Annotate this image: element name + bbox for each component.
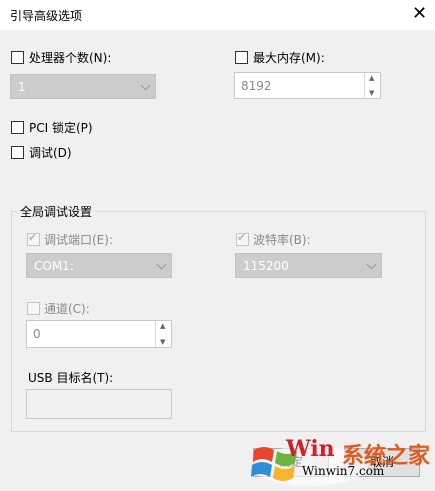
spin-buttons[interactable]: ▲ ▼ bbox=[364, 73, 380, 98]
spin-up-icon[interactable]: ▲ bbox=[369, 74, 374, 82]
dialog-title: 引导高级选项 bbox=[10, 9, 83, 23]
num-proc-checkbox[interactable] bbox=[11, 51, 24, 64]
global-debug-title: 全局调试设置 bbox=[17, 203, 96, 220]
channel-value: 0 bbox=[33, 327, 41, 341]
pci-lock-checkbox[interactable] bbox=[11, 121, 24, 134]
baud-select[interactable]: 115200 bbox=[235, 253, 382, 278]
max-mem-spinbox[interactable]: 8192 ▲ ▼ bbox=[234, 72, 381, 99]
channel-spinbox[interactable]: 0 ▲ ▼ bbox=[26, 320, 172, 348]
close-icon[interactable]: ✕ bbox=[412, 3, 427, 24]
chevron-down-icon bbox=[366, 259, 377, 270]
watermark-url: Winwin7.com bbox=[302, 464, 385, 478]
pci-lock-label: PCI 锁定(P) bbox=[29, 121, 93, 135]
channel-checkbox[interactable] bbox=[27, 302, 40, 315]
chevron-down-icon bbox=[140, 80, 151, 91]
watermark-logo: Win 系统之家 Winwin7.com bbox=[250, 430, 435, 488]
spin-down-icon[interactable]: ▼ bbox=[369, 89, 374, 97]
debug-port-checkbox[interactable] bbox=[27, 231, 40, 246]
debug-port-value: COM1: bbox=[34, 259, 74, 273]
num-proc-select[interactable]: 1 bbox=[10, 74, 156, 99]
num-proc-label: 处理器个数(N): bbox=[29, 51, 112, 65]
debug-port-select[interactable]: COM1: bbox=[26, 253, 172, 278]
baud-checkbox[interactable] bbox=[236, 231, 249, 246]
max-mem-checkbox[interactable] bbox=[235, 51, 248, 64]
usb-target-label: USB 目标名(T): bbox=[28, 371, 114, 385]
debug-checkbox[interactable] bbox=[11, 146, 24, 159]
watermark-win: Win bbox=[286, 436, 335, 462]
spin-down-icon[interactable]: ▼ bbox=[160, 338, 165, 346]
max-mem-label: 最大内存(M): bbox=[253, 51, 325, 65]
debug-port-label: 调试端口(E): bbox=[44, 233, 113, 247]
debug-label: 调试(D) bbox=[29, 146, 72, 160]
baud-label: 波特率(B): bbox=[253, 233, 311, 247]
spin-buttons[interactable]: ▲ ▼ bbox=[155, 321, 171, 347]
chevron-down-icon bbox=[156, 259, 167, 270]
spin-up-icon[interactable]: ▲ bbox=[160, 322, 165, 330]
max-mem-value: 8192 bbox=[241, 79, 272, 93]
channel-label: 通道(C): bbox=[44, 302, 90, 316]
usb-target-input[interactable] bbox=[26, 389, 172, 419]
num-proc-value: 1 bbox=[18, 80, 26, 94]
baud-value: 115200 bbox=[243, 259, 289, 273]
